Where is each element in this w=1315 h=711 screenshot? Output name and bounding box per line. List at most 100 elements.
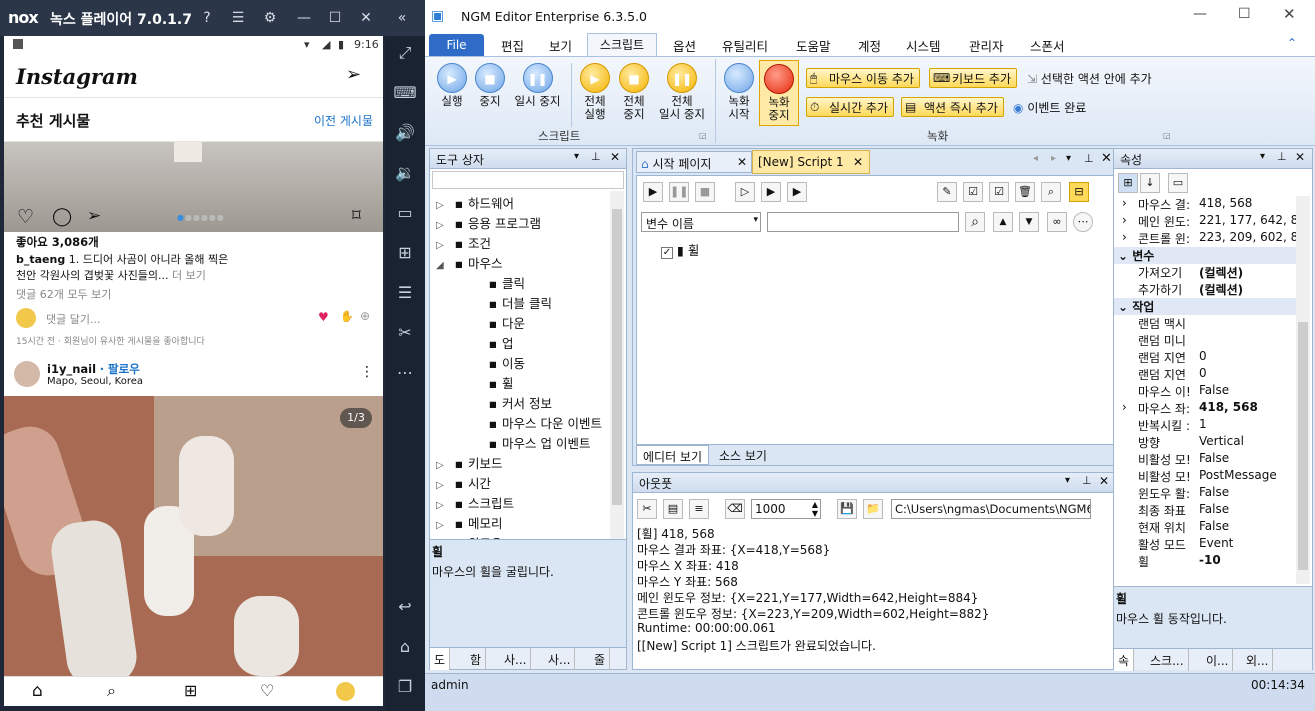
property-row[interactable]: 추가하기 (컬렉션) — [1138, 281, 1294, 298]
collapse-sidebar-icon[interactable]: « — [392, 8, 412, 28]
tree-item[interactable]: ◢ ▪ 마우스 — [436, 253, 503, 273]
menu-system[interactable]: 시스템 — [906, 36, 941, 55]
property-value[interactable]: 0 — [1199, 349, 1207, 363]
property-row[interactable]: 랜덤 지연 0 — [1138, 366, 1294, 383]
ribbon-collapse-icon[interactable]: ⌃ — [1287, 36, 1297, 50]
tab-script[interactable]: 스크... — [1146, 649, 1189, 671]
view-source-tab[interactable]: 소스 보기 — [715, 445, 771, 465]
record-stop-button[interactable]: 녹화 중지 — [759, 60, 799, 126]
expand-icon[interactable]: › — [1122, 400, 1127, 414]
direct-message-icon[interactable]: ➢ — [346, 64, 361, 85]
expand-icon[interactable]: ▷ — [436, 240, 450, 251]
scroll-thumb[interactable] — [612, 209, 622, 505]
property-row[interactable]: 가져오기 (컬렉션) — [1138, 264, 1294, 281]
property-value[interactable]: 418, 568 — [1199, 196, 1252, 210]
expand-icon[interactable]: › — [1122, 230, 1127, 244]
pause-button[interactable]: ❚❚ 일시 중지 — [510, 63, 565, 108]
tab-external[interactable]: 외... — [1242, 649, 1274, 671]
tab-toolbox[interactable]: 도 — [430, 648, 451, 670]
menu-utility[interactable]: 유틸리티 — [722, 36, 768, 55]
previous-posts-link[interactable]: 이전 게시물 — [314, 112, 373, 129]
dropdown-icon[interactable]: ▾ — [574, 151, 579, 162]
comment-input[interactable]: 댓글 달기... — [46, 311, 100, 327]
categorized-icon[interactable]: ⊞ — [1118, 173, 1138, 193]
property-row[interactable]: 비활성 모! PostMessage — [1138, 468, 1294, 485]
property-row[interactable]: 비활성 모! False — [1138, 451, 1294, 468]
property-value[interactable]: (컬렉션) — [1199, 264, 1243, 281]
dropdown-icon[interactable]: ▾ — [1260, 151, 1265, 162]
maximize-icon[interactable]: ☐ — [325, 8, 345, 28]
menu-file[interactable]: File — [429, 34, 484, 56]
collapse-icon[interactable]: ⌄ — [1118, 300, 1132, 314]
menu-sponsor[interactable]: 스폰서 — [1030, 36, 1065, 55]
collapse-icon[interactable]: ◢ — [436, 260, 450, 271]
property-pages-icon[interactable]: ▭ — [1168, 173, 1188, 193]
menu-edit[interactable]: 편집 — [501, 36, 524, 55]
screen-icon[interactable]: ▭ — [385, 202, 425, 224]
add-emoji-icon[interactable]: ⊕ — [360, 309, 370, 323]
tree-item[interactable]: ▪ 마우스 다운 이벤트 — [470, 413, 602, 433]
expand-icon[interactable]: ▷ — [436, 520, 450, 531]
check-all-icon[interactable]: ☑ — [963, 182, 983, 202]
apk-install-icon[interactable]: ⊞ — [385, 242, 425, 264]
expand-icon[interactable]: ▷ — [436, 220, 450, 231]
tab-properties[interactable]: 속 — [1114, 649, 1135, 671]
tree-item[interactable]: ▷ ▪ 응용 프로그램 — [436, 213, 541, 233]
pin-icon[interactable]: ⊥ — [1277, 150, 1287, 163]
property-value[interactable]: (컬렉션) — [1199, 281, 1243, 298]
script-row[interactable]: ✓ ▮ 휠 — [661, 240, 699, 259]
tree-view-icon[interactable]: ⊟ — [1069, 182, 1089, 202]
close-icon[interactable]: ✕ — [1295, 150, 1305, 164]
toolbox-scrollbar[interactable] — [610, 191, 624, 539]
toolbox-search-input[interactable] — [432, 171, 624, 189]
tree-item[interactable]: ▪ 업 — [470, 333, 514, 353]
follow-link[interactable]: · 팔로우 — [100, 362, 140, 376]
editor-run-icon[interactable]: ▶ — [643, 182, 663, 202]
tree-item[interactable]: ▪ 휠 — [470, 373, 514, 393]
add-keyboard-button[interactable]: ⌨ 키보드 추가 — [929, 68, 1018, 88]
eraser-icon[interactable]: ⌫ — [725, 499, 745, 519]
tree-item[interactable]: ▷ ▪ 시간 — [436, 473, 491, 493]
heart-emoji-icon[interactable]: ♥ — [318, 310, 329, 324]
properties-scrollbar[interactable] — [1296, 196, 1310, 584]
close-icon[interactable]: ✕ — [1283, 5, 1296, 23]
output-file-icon[interactable]: ▤ — [663, 499, 683, 519]
property-value[interactable]: PostMessage — [1199, 468, 1277, 482]
expand-icon[interactable]: ▷ — [436, 200, 450, 211]
log-path-input[interactable]: C:\Users\ngmas\Documents\NGM6\ — [891, 499, 1091, 519]
comment-icon[interactable]: ◯ — [52, 206, 72, 227]
spinner-icon[interactable]: ▲ ▼ — [812, 500, 818, 518]
scroll-thumb[interactable] — [1298, 322, 1308, 570]
run-from-icon[interactable]: ▶ — [761, 182, 781, 202]
tab-line[interactable]: 줄 — [590, 648, 611, 670]
output-list-icon[interactable]: ≡ — [689, 499, 709, 519]
volume-up-icon[interactable]: 🔊 — [385, 122, 425, 144]
sort-alpha-icon[interactable]: ↓ — [1140, 173, 1160, 193]
tab-image[interactable]: 이... — [1202, 649, 1234, 671]
event-done-button[interactable]: ◉ 이벤트 완료 — [1013, 99, 1086, 116]
property-category[interactable]: ⌄ 작업 — [1114, 298, 1296, 315]
nail-post-image[interactable]: 1/3 — [4, 396, 383, 676]
android-home-icon[interactable]: ⌂ — [385, 636, 425, 658]
view-all-comments[interactable]: 댓글 62개 모두 보기 — [16, 286, 111, 302]
keyboard-mapping-icon[interactable]: ⌨ — [385, 82, 425, 104]
recent-apps-icon[interactable]: ❐ — [385, 676, 425, 698]
property-row[interactable]: 최종 좌표 False — [1138, 502, 1294, 519]
pin-icon[interactable]: ⊥ — [1082, 474, 1092, 487]
move-down-icon[interactable]: ▼ — [1019, 212, 1039, 232]
close-icon[interactable]: ✕ — [356, 8, 376, 28]
expand-icon[interactable]: › — [1122, 213, 1127, 227]
delete-icon[interactable]: 🗑 — [1015, 182, 1035, 202]
property-value[interactable]: Vertical — [1199, 434, 1244, 448]
find-icon[interactable]: ⌕ — [1041, 182, 1061, 202]
menu-options[interactable]: 옵션 — [673, 36, 696, 55]
script-editor[interactable]: ▶ ❚❚ ■ ▷ ▶ ▶ ✎ ☑ ☑ 🗑 ⌕ ⊟ 변수 이름 ▾ ⌕ ▲ ▼ ∞ … — [636, 175, 1130, 445]
pause-all-button[interactable]: ❚❚ 전체 일시 중지 — [654, 63, 710, 121]
add-mouse-move-button[interactable]: 🖱 마우스 이동 추가 — [806, 68, 920, 88]
tab-list-icon[interactable]: ▾ — [1066, 153, 1071, 164]
stop-button[interactable]: ■ 중지 — [470, 63, 510, 108]
check-icon[interactable]: ☑ — [989, 182, 1009, 202]
fullscreen-icon[interactable]: ⤢ — [385, 42, 425, 64]
row-checkbox[interactable]: ✓ — [661, 247, 673, 259]
tab-dict[interactable]: 사... — [500, 648, 532, 670]
